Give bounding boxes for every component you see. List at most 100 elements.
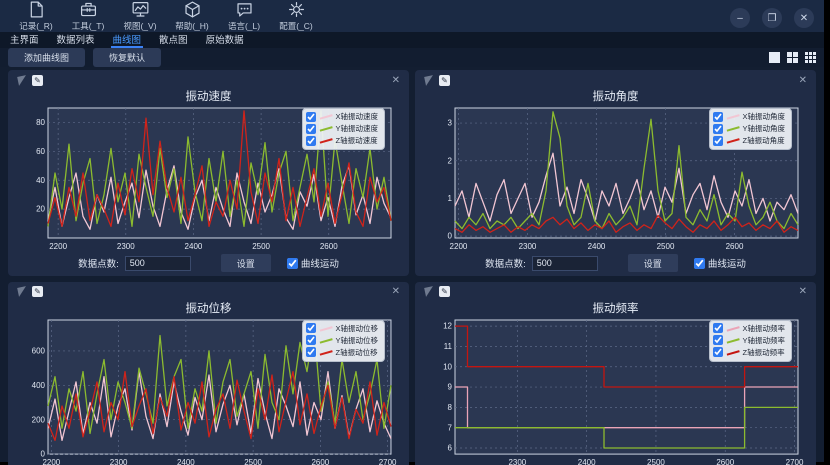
svg-text:60: 60 bbox=[36, 147, 45, 156]
svg-text:2200: 2200 bbox=[42, 458, 60, 465]
legend-label: X轴振动频率 bbox=[742, 323, 785, 334]
svg-text:20: 20 bbox=[36, 205, 45, 214]
legend-label: Z轴振动位移 bbox=[335, 347, 377, 358]
curve-motion-label: 曲线运动 bbox=[708, 256, 746, 270]
svg-text:7: 7 bbox=[448, 423, 453, 432]
points-input[interactable] bbox=[532, 256, 598, 271]
curve-motion-checkbox[interactable] bbox=[287, 258, 298, 269]
layout-grid-2x2-icon[interactable] bbox=[787, 52, 798, 63]
panel-close-icon[interactable]: ✕ bbox=[389, 286, 403, 297]
panel-close-icon[interactable]: ✕ bbox=[389, 75, 403, 86]
legend-checkbox-z[interactable] bbox=[306, 347, 316, 357]
legend-line-sample bbox=[319, 333, 333, 343]
legend-checkbox-x[interactable] bbox=[306, 323, 316, 333]
edit-icon[interactable]: ✎ bbox=[32, 286, 43, 297]
legend-checkbox-y[interactable] bbox=[306, 335, 316, 345]
svg-text:2600: 2600 bbox=[311, 458, 329, 465]
legend-checkbox-z[interactable] bbox=[713, 136, 723, 146]
toolbar-item-label: 语言(_L) bbox=[228, 20, 260, 32]
toolbar-item-label: 视图(_V) bbox=[123, 20, 156, 32]
toolbar-item-label: 帮助(_H) bbox=[175, 20, 209, 32]
chart-legend: X轴振动角度 Y轴振动角度 Z轴振动角度 bbox=[709, 108, 792, 150]
tab-scatter-chart[interactable]: 散点图 bbox=[157, 32, 190, 48]
chart-legend: X轴振动速度 Y轴振动速度 Z轴振动速度 bbox=[302, 108, 385, 150]
settings-button[interactable]: 设置 bbox=[221, 254, 271, 272]
legend-checkbox-x[interactable] bbox=[713, 323, 723, 333]
legend-checkbox-z[interactable] bbox=[713, 347, 723, 357]
legend-line-sample bbox=[726, 133, 740, 143]
svg-text:2600: 2600 bbox=[320, 242, 338, 251]
chart-title: 振动速度 bbox=[14, 88, 403, 103]
svg-text:2500: 2500 bbox=[657, 242, 675, 251]
legend-checkbox-y[interactable] bbox=[306, 124, 316, 134]
pin-triangle-icon[interactable] bbox=[17, 75, 28, 86]
svg-text:2500: 2500 bbox=[244, 458, 262, 465]
layout-single-icon[interactable] bbox=[769, 52, 780, 63]
svg-text:400: 400 bbox=[32, 381, 46, 390]
add-curve-button[interactable]: 添加曲线图 bbox=[8, 48, 85, 67]
panel-close-icon[interactable]: ✕ bbox=[796, 75, 810, 86]
maximize-button[interactable]: ❐ bbox=[762, 8, 782, 28]
edit-icon[interactable]: ✎ bbox=[439, 286, 450, 297]
tab-raw-data[interactable]: 原始数据 bbox=[204, 32, 246, 48]
chart-title: 振动频率 bbox=[421, 300, 810, 315]
svg-text:2600: 2600 bbox=[716, 458, 734, 465]
legend-line-sample bbox=[726, 345, 740, 355]
panel-vibration-angle: ✎ ✕ 振动角度 220023002400250026000123 X轴振动角度… bbox=[415, 70, 816, 276]
reset-default-button[interactable]: 恢复默认 bbox=[93, 48, 161, 67]
svg-text:2300: 2300 bbox=[508, 458, 526, 465]
svg-text:2: 2 bbox=[448, 156, 453, 165]
tab-main[interactable]: 主界面 bbox=[8, 32, 41, 48]
toolbar-item-config[interactable]: 配置(_C) bbox=[270, 0, 322, 32]
toolbar-item-language[interactable]: 语言(_L) bbox=[218, 0, 270, 32]
legend-line-sample bbox=[726, 109, 740, 119]
toolbar-item-label: 记录(_R) bbox=[19, 20, 53, 32]
file-icon bbox=[27, 0, 46, 19]
svg-text:10: 10 bbox=[443, 362, 452, 371]
legend-label: Z轴振动频率 bbox=[742, 347, 784, 358]
panel-close-icon[interactable]: ✕ bbox=[796, 286, 810, 297]
edit-icon[interactable]: ✎ bbox=[32, 75, 43, 86]
legend-checkbox-x[interactable] bbox=[713, 112, 723, 122]
legend-line-sample bbox=[319, 321, 333, 331]
svg-text:2700: 2700 bbox=[786, 458, 804, 465]
svg-text:40: 40 bbox=[36, 176, 45, 185]
svg-text:6: 6 bbox=[448, 444, 453, 453]
svg-text:12: 12 bbox=[443, 322, 452, 331]
svg-text:2500: 2500 bbox=[647, 458, 665, 465]
curve-motion-checkbox[interactable] bbox=[694, 258, 705, 269]
legend-line-sample bbox=[726, 333, 740, 343]
chart-legend: X轴振动频率 Y轴振动频率 Z轴振动频率 bbox=[709, 320, 792, 362]
legend-checkbox-y[interactable] bbox=[713, 335, 723, 345]
legend-checkbox-x[interactable] bbox=[306, 112, 316, 122]
layout-grid-3x3-icon[interactable] bbox=[805, 52, 816, 63]
svg-text:2200: 2200 bbox=[450, 242, 468, 251]
svg-text:2300: 2300 bbox=[117, 242, 135, 251]
panel-vibration-displacement: ✎ ✕ 振动位移 2200230024002500260027000200400… bbox=[8, 282, 409, 465]
legend-checkbox-y[interactable] bbox=[713, 124, 723, 134]
close-button[interactable]: ✕ bbox=[794, 8, 814, 28]
points-input[interactable] bbox=[125, 256, 191, 271]
tab-curve-chart[interactable]: 曲线图 bbox=[111, 32, 144, 48]
svg-text:3: 3 bbox=[448, 119, 453, 128]
pin-triangle-icon[interactable] bbox=[17, 287, 28, 298]
toolbar-item-view[interactable]: 视图(_V) bbox=[114, 0, 166, 32]
svg-text:8: 8 bbox=[448, 403, 453, 412]
svg-text:2400: 2400 bbox=[185, 242, 203, 251]
toolbar-item-help[interactable]: 帮助(_H) bbox=[166, 0, 218, 32]
toolbar-item-label: 配置(_C) bbox=[279, 20, 313, 32]
legend-label: Y轴振动频率 bbox=[742, 335, 785, 346]
toolbar-item-record[interactable]: 记录(_R) bbox=[10, 0, 62, 32]
chart-legend: X轴振动位移 Y轴振动位移 Z轴振动位移 bbox=[302, 320, 385, 362]
tab-data-list[interactable]: 数据列表 bbox=[55, 32, 97, 48]
minimize-button[interactable]: – bbox=[730, 8, 750, 28]
pin-triangle-icon[interactable] bbox=[424, 75, 435, 86]
svg-text:2400: 2400 bbox=[578, 458, 596, 465]
toolbar-item-tools[interactable]: 工具(_T) bbox=[62, 0, 114, 32]
legend-checkbox-z[interactable] bbox=[306, 136, 316, 146]
edit-icon[interactable]: ✎ bbox=[439, 75, 450, 86]
points-label: 数据点数: bbox=[485, 256, 526, 270]
pin-triangle-icon[interactable] bbox=[424, 287, 435, 298]
svg-text:2400: 2400 bbox=[177, 458, 195, 465]
settings-button[interactable]: 设置 bbox=[628, 254, 678, 272]
